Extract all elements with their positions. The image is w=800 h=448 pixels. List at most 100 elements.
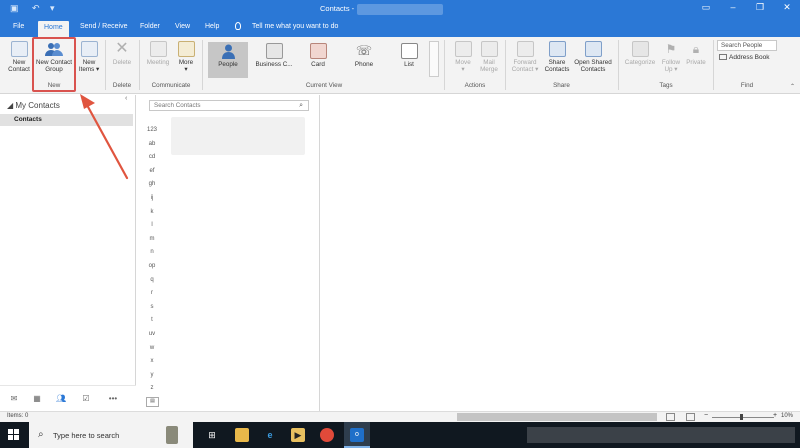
group-label-communicate: Communicate	[151, 82, 191, 89]
search-contacts-input[interactable]: Search Contacts ⌕	[149, 100, 309, 111]
alphabet-index-item[interactable]: uv	[145, 331, 159, 345]
tab-help[interactable]: Help	[205, 23, 219, 30]
cortana-icon[interactable]	[166, 426, 178, 444]
more-icon	[177, 41, 195, 57]
open-shared-contacts-button[interactable]: Open Shared Contacts	[572, 41, 614, 73]
alphabet-index-item[interactable]: l	[145, 222, 159, 236]
address-book-button[interactable]: Address Book	[719, 54, 769, 61]
categorize-button[interactable]: Categorize	[622, 41, 658, 66]
tell-me-box[interactable]: Tell me what you want to do	[252, 23, 338, 30]
view-people-button[interactable]: People	[208, 43, 248, 68]
zoom-in-icon[interactable]: +	[773, 412, 777, 419]
contact-entry-redacted[interactable]	[171, 117, 305, 155]
alphabet-index-item[interactable]: m	[145, 236, 159, 250]
tab-send-receive[interactable]: Send / Receive	[80, 23, 127, 30]
lightbulb-icon	[235, 22, 241, 30]
alphabet-index-item[interactable]: ef	[145, 168, 159, 182]
close-icon[interactable]: ✕	[780, 2, 794, 13]
alphabet-index-item[interactable]: gh	[145, 181, 159, 195]
share-label-2: Contacts	[544, 66, 570, 73]
minimize-icon[interactable]: –	[726, 2, 740, 12]
media-player-icon[interactable]: ▶	[291, 428, 305, 442]
customize-quick-access-icon[interactable]: ▾	[50, 3, 55, 14]
reading-view-icon[interactable]	[686, 413, 695, 421]
collapse-ribbon-icon[interactable]: ⌃	[790, 83, 795, 90]
sidebar-item-contacts[interactable]: Contacts	[0, 114, 133, 126]
alphabet-index-item[interactable]: s	[145, 304, 159, 318]
ribbon-separator	[139, 40, 140, 90]
maximize-icon[interactable]: ❐	[753, 2, 767, 13]
status-info-redacted	[457, 413, 657, 421]
search-people-input[interactable]: Search People	[717, 40, 777, 51]
edge-icon[interactable]: e	[263, 428, 277, 442]
meeting-button[interactable]: Meeting	[143, 41, 173, 66]
people-icon[interactable]: 👥︎	[56, 394, 66, 403]
view-gallery-scrollbar[interactable]	[429, 41, 439, 77]
alphabet-index-item[interactable]: n	[145, 249, 159, 263]
alphabet-index-item[interactable]: y	[145, 372, 159, 386]
categorize-icon	[631, 41, 649, 57]
view-phone-button[interactable]: ☏ Phone	[349, 43, 379, 68]
view-list-button[interactable]: List	[394, 43, 424, 68]
delete-label: Delete	[112, 59, 132, 66]
view-card-button[interactable]: Card	[303, 43, 333, 68]
alphabet-index-item[interactable]: w	[145, 345, 159, 359]
undo-icon[interactable]: ↶	[32, 3, 40, 14]
view-people-label: People	[218, 61, 238, 68]
more-button[interactable]: More ▾	[174, 41, 198, 73]
collapse-folder-pane-icon[interactable]: ‹	[125, 95, 127, 102]
tab-file[interactable]: File	[13, 23, 24, 30]
windows-start-icon[interactable]	[8, 429, 20, 441]
my-contacts-header[interactable]: ◢ My Contacts	[7, 101, 60, 110]
tab-folder[interactable]: Folder	[140, 23, 160, 30]
items-count: Items: 0	[7, 413, 29, 419]
alphabet-index-item[interactable]: x	[145, 358, 159, 372]
mail-merge-button[interactable]: Mail Merge	[476, 41, 502, 73]
view-business-label: Business C...	[255, 61, 293, 68]
outlook-taskbar-active[interactable]: o	[344, 422, 370, 448]
alphabet-index-item[interactable]: r	[145, 290, 159, 304]
file-explorer-icon[interactable]	[235, 428, 249, 442]
restore-icon[interactable]: ▭	[699, 2, 713, 13]
more-apps-icon[interactable]: •••	[106, 394, 120, 403]
private-button[interactable]: 🔒︎ Private	[683, 41, 709, 66]
view-business-card-button[interactable]: Business C...	[252, 43, 296, 68]
alphabet-index-item[interactable]: cd	[145, 154, 159, 168]
zoom-slider[interactable]	[712, 417, 774, 418]
new-items-button[interactable]: New Items ▾	[76, 41, 102, 73]
calendar-icon[interactable]: ▦	[32, 394, 42, 403]
move-dropdown-icon: ▾	[461, 66, 465, 73]
search-icon[interactable]: ⌕	[299, 102, 303, 110]
share-contacts-button[interactable]: Share Contacts	[542, 41, 572, 73]
alphabet-index-item[interactable]: op	[145, 263, 159, 277]
delete-button[interactable]: ✕ Delete	[108, 41, 136, 67]
move-button[interactable]: Move ▾	[449, 41, 477, 73]
alphabet-index-item[interactable]: k	[145, 209, 159, 223]
annotation-highlight-box	[32, 37, 76, 92]
tab-view[interactable]: View	[175, 23, 190, 30]
tasks-icon[interactable]: ☑	[81, 394, 91, 403]
zoom-slider-thumb[interactable]	[740, 414, 743, 420]
zoom-percent: 10%	[781, 413, 794, 419]
contact-card-small-icon[interactable]: ▤	[146, 397, 159, 407]
phone-icon: ☏	[355, 43, 373, 58]
new-contact-button[interactable]: New Contact	[5, 41, 33, 73]
task-view-icon[interactable]: ⊞	[205, 428, 219, 442]
alphabet-index-item[interactable]: q	[145, 277, 159, 291]
alphabet-index-item[interactable]: 123	[145, 127, 159, 141]
alphabet-index-item[interactable]: t	[145, 317, 159, 331]
ribbon-separator	[713, 40, 714, 90]
share-icon	[548, 41, 566, 57]
alphabet-index-item[interactable]: ab	[145, 141, 159, 155]
zoom-out-icon[interactable]: −	[704, 412, 708, 419]
follow-up-button[interactable]: ⚑ Follow Up ▾	[659, 41, 683, 73]
tab-home[interactable]: Home	[38, 21, 69, 37]
new-items-label-1: New	[82, 59, 96, 66]
normal-view-icon[interactable]	[666, 413, 675, 421]
forward-contact-button[interactable]: Forward Contact ▾	[509, 41, 541, 73]
mail-icon[interactable]: ✉	[9, 394, 19, 403]
alphabet-index-item[interactable]: ij	[145, 195, 159, 209]
card-icon	[309, 43, 327, 59]
lock-icon: 🔒︎	[692, 42, 700, 56]
chrome-icon[interactable]	[320, 428, 334, 442]
